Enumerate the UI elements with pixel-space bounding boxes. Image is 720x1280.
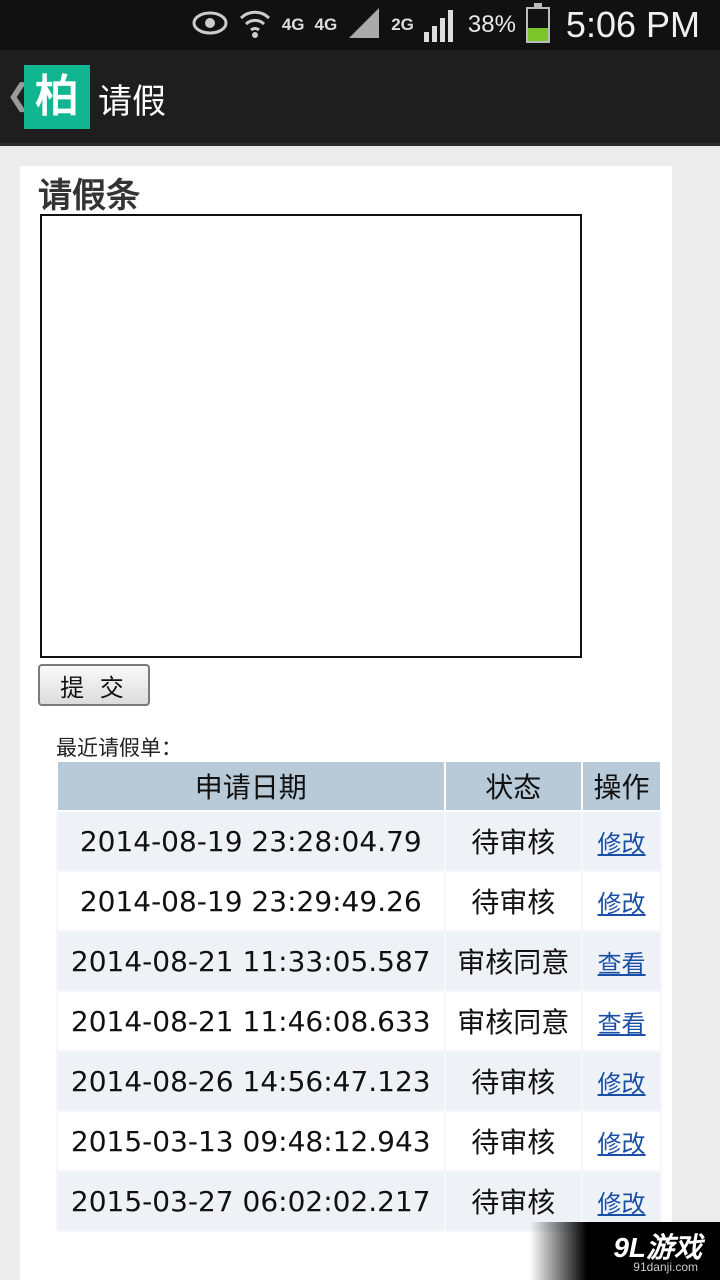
leave-form-page: 请假条 提 交 最近请假单： 申请日期 状态 操作 2014-08-19 23:… [20, 166, 672, 1280]
header-date: 申请日期 [56, 760, 446, 812]
row-status: 审核同意 [443, 990, 584, 1052]
network-type-3: 2G [391, 15, 414, 34]
row-date: 2014-08-19 23:29:49.26 [56, 870, 446, 932]
row-status: 待审核 [443, 1050, 584, 1112]
leave-history-table: 申请日期 状态 操作 2014-08-19 23:28:04.79 待审核 修改… [56, 760, 662, 1232]
row-date: 2014-08-21 11:33:05.587 [56, 930, 446, 992]
row-date: 2014-08-21 11:46:08.633 [56, 990, 446, 1052]
row-status: 审核同意 [443, 930, 584, 992]
clock: 5:06 PM [565, 4, 700, 45]
table-row: 2014-08-19 23:29:49.26 待审核 修改 [56, 870, 662, 932]
row-action-link[interactable]: 查看 [598, 1010, 646, 1038]
network-type-1: 4G [281, 15, 305, 34]
app-bar: ❮ 柏 请假 [0, 50, 720, 146]
eye-icon [192, 10, 228, 41]
table-row: 2014-08-21 11:46:08.633 审核同意 查看 [56, 990, 662, 1052]
row-date: 2015-03-13 09:48:12.943 [56, 1110, 446, 1172]
row-date: 2014-08-19 23:28:04.79 [56, 810, 446, 872]
battery-percent: 38% [467, 11, 516, 38]
row-date: 2015-03-27 06:02:02.217 [56, 1170, 446, 1232]
table-row: 2014-08-26 14:56:47.123 待审核 修改 [56, 1050, 662, 1112]
header-status: 状态 [443, 760, 584, 812]
app-logo[interactable]: 柏 [24, 65, 90, 129]
submit-button[interactable]: 提 交 [38, 664, 150, 706]
signal-bars-icon [423, 8, 458, 42]
row-status: 待审核 [443, 810, 584, 872]
table-row: 2014-08-19 23:28:04.79 待审核 修改 [56, 810, 662, 872]
leave-reason-textarea[interactable] [40, 214, 582, 658]
row-date: 2014-08-26 14:56:47.123 [56, 1050, 446, 1112]
row-status: 待审核 [443, 870, 584, 932]
row-action-link[interactable]: 修改 [598, 1190, 646, 1218]
network-type-2: 4G [314, 15, 338, 34]
row-action-link[interactable]: 修改 [598, 1130, 646, 1158]
signal-icon [347, 6, 381, 45]
watermark-url: 91danji.com [633, 1260, 698, 1274]
wifi-icon [238, 6, 272, 45]
battery-icon [525, 3, 550, 43]
row-status: 待审核 [443, 1110, 584, 1172]
table-row: 2014-08-21 11:33:05.587 审核同意 查看 [56, 930, 662, 992]
status-icons: 4G 4G 2G 38% 5:06 PM [192, 3, 700, 46]
page-title: 请假条 [38, 176, 140, 216]
header-action: 操作 [581, 760, 662, 812]
row-action-link[interactable]: 修改 [598, 1070, 646, 1098]
row-action-link[interactable]: 修改 [598, 830, 646, 858]
app-title: 请假 [98, 82, 166, 122]
table-row: 2015-03-13 09:48:12.943 待审核 修改 [56, 1110, 662, 1172]
status-bar: 4G 4G 2G 38% 5:06 PM [0, 0, 720, 50]
row-action-link[interactable]: 查看 [598, 950, 646, 978]
recent-list-label: 最近请假单： [56, 736, 182, 760]
watermark-logo: 9L游戏 91danji.com [530, 1222, 720, 1280]
table-header-row: 申请日期 状态 操作 [56, 760, 662, 812]
row-action-link[interactable]: 修改 [598, 890, 646, 918]
